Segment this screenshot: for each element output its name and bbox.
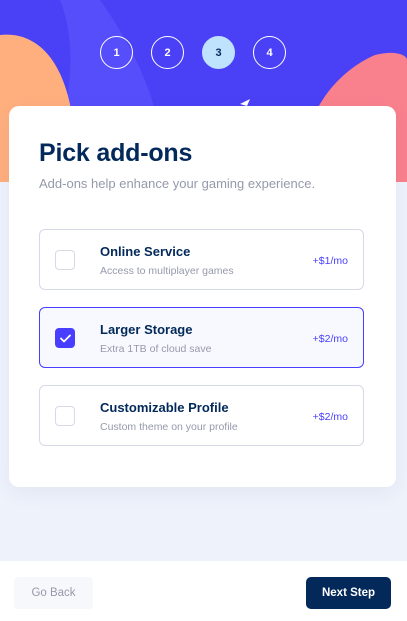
addon-description: Custom theme on your profile bbox=[100, 421, 238, 433]
addon-name: Online Service bbox=[100, 244, 191, 259]
addon-description: Extra 1TB of cloud save bbox=[100, 343, 212, 355]
addon-larger-storage[interactable]: Larger Storage Extra 1TB of cloud save +… bbox=[39, 307, 364, 368]
addon-description: Access to multiplayer games bbox=[100, 265, 234, 277]
step-1[interactable]: 1 bbox=[100, 36, 133, 69]
step-number: 4 bbox=[266, 46, 273, 59]
step-3[interactable]: 3 bbox=[202, 36, 235, 69]
addon-price: +$2/mo bbox=[312, 333, 348, 345]
addon-price: +$1/mo bbox=[312, 255, 348, 267]
addons-card: Pick add-ons Add-ons help enhance your g… bbox=[9, 106, 396, 487]
footer-bar: Go Back Next Step bbox=[0, 561, 407, 621]
page-subtitle: Add-ons help enhance your gaming experie… bbox=[39, 176, 316, 191]
addon-name: Customizable Profile bbox=[100, 400, 229, 415]
checkmark-icon bbox=[60, 334, 71, 343]
step-2[interactable]: 2 bbox=[151, 36, 184, 69]
next-step-button[interactable]: Next Step bbox=[306, 577, 391, 609]
addon-name: Larger Storage bbox=[100, 322, 193, 337]
step-4[interactable]: 4 bbox=[253, 36, 286, 69]
go-back-button[interactable]: Go Back bbox=[14, 577, 93, 609]
addon-online-service[interactable]: Online Service Access to multiplayer gam… bbox=[39, 229, 364, 290]
step-number: 1 bbox=[113, 46, 120, 59]
addon-customizable-profile[interactable]: Customizable Profile Custom theme on you… bbox=[39, 385, 364, 446]
page-title: Pick add-ons bbox=[39, 139, 193, 167]
step-indicator: 1 2 3 4 bbox=[100, 36, 287, 69]
addon-price: +$2/mo bbox=[312, 411, 348, 423]
step-number: 3 bbox=[215, 46, 222, 59]
addon-checkbox[interactable] bbox=[55, 406, 75, 426]
addon-checkbox[interactable] bbox=[55, 328, 75, 348]
step-number: 2 bbox=[164, 46, 171, 59]
addon-checkbox[interactable] bbox=[55, 250, 75, 270]
